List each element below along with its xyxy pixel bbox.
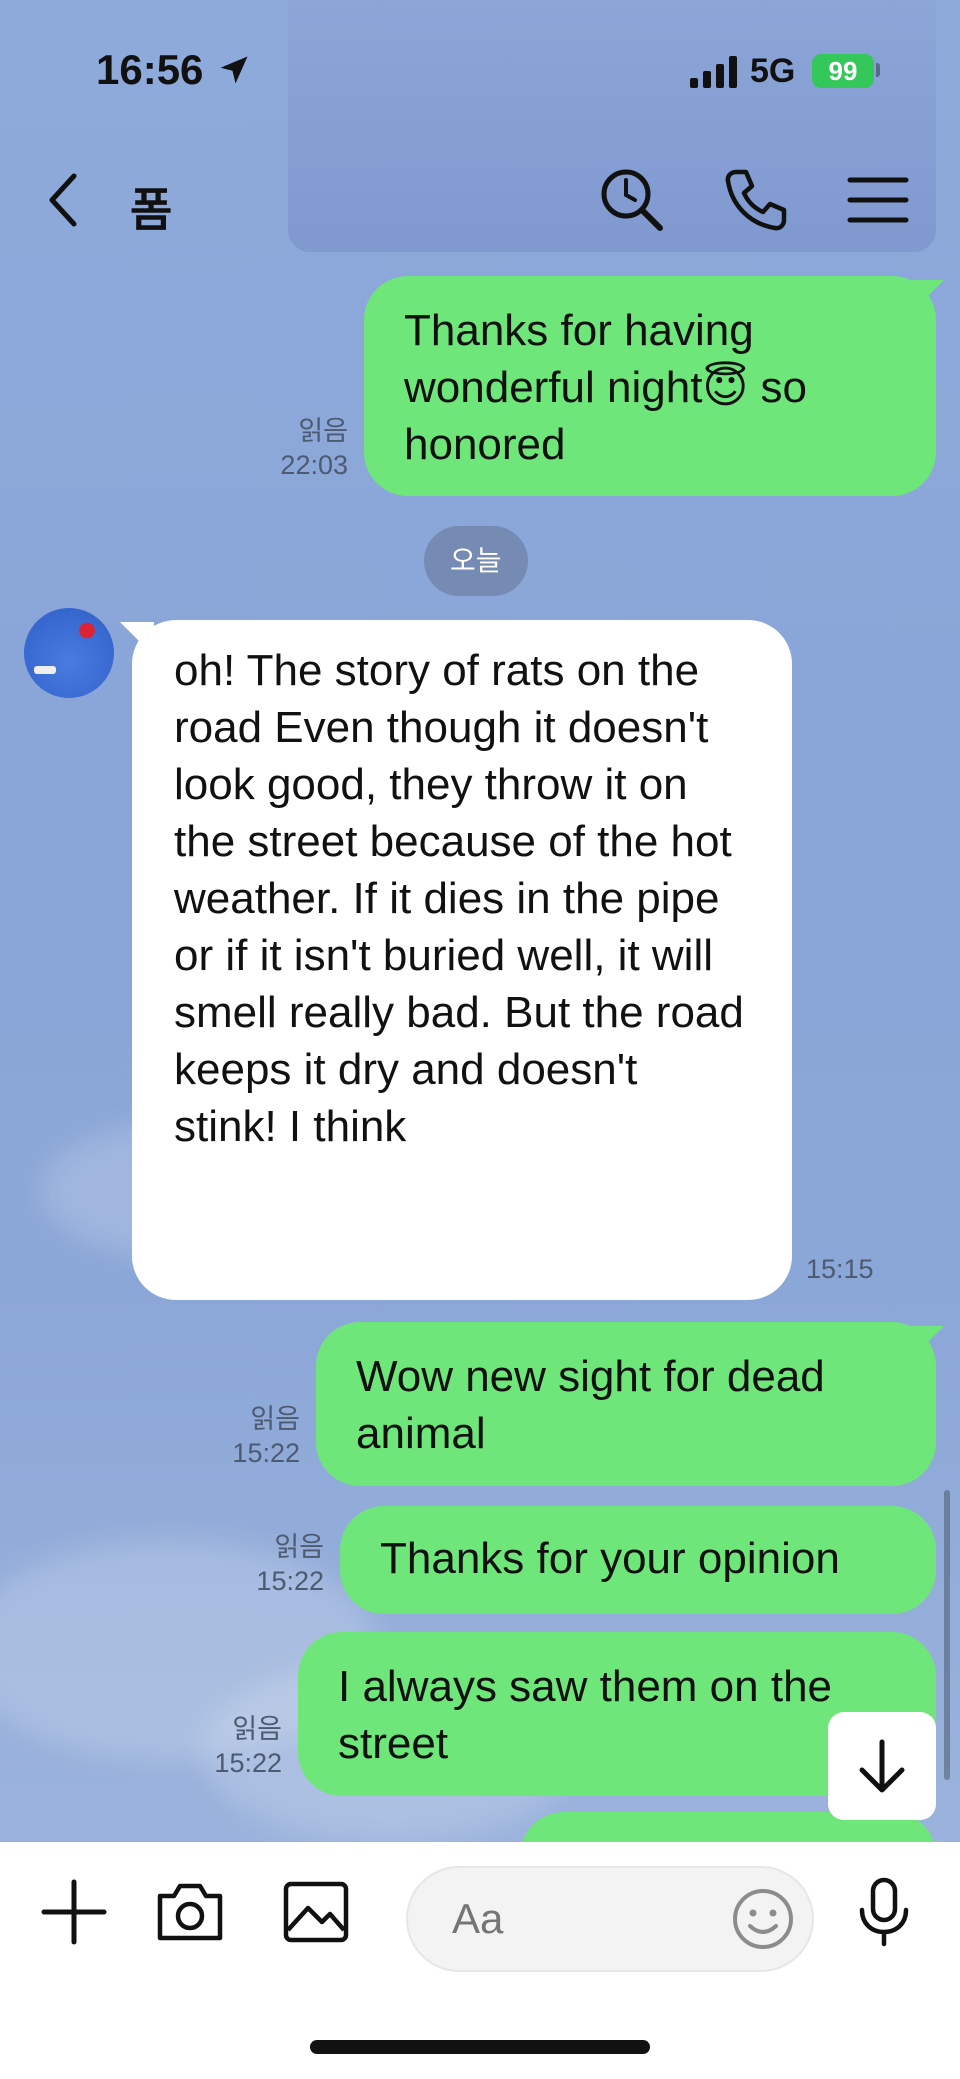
message-meta: 읽음 15:22 — [190, 1402, 300, 1470]
image-icon[interactable] — [278, 1874, 354, 1950]
message-text: Thanks for having wonderful night😇 so ho… — [404, 306, 807, 469]
read-receipt: 읽음 — [274, 1532, 324, 1562]
status-bar: 16:56 5G 99 — [0, 0, 960, 140]
read-receipt: 읽음 — [250, 1404, 300, 1434]
menu-icon[interactable] — [844, 166, 912, 234]
message-bubble-incoming[interactable]: oh! The story of rats on the road Even t… — [132, 620, 792, 1300]
status-time: 16:56 — [96, 46, 204, 93]
date-chip-today: 오늘 — [424, 526, 528, 596]
message-time: 22:03 — [280, 450, 348, 480]
message-time: 15:22 — [256, 1566, 324, 1596]
smile-icon[interactable] — [730, 1886, 796, 1952]
location-arrow-icon — [220, 56, 248, 84]
read-receipt: 읽음 — [232, 1714, 282, 1744]
microphone-icon[interactable] — [846, 1874, 922, 1950]
message-text: oh! The story of rats on the road Even t… — [174, 646, 744, 1151]
home-indicator — [310, 2040, 650, 2054]
plus-icon[interactable] — [36, 1874, 112, 1950]
battery-tip — [876, 63, 880, 77]
message-text: Thanks for your opinion — [380, 1534, 840, 1583]
message-bubble-outgoing[interactable]: Thanks for your opinion — [340, 1506, 936, 1614]
battery-level: 99 — [828, 56, 858, 86]
signal-icon — [690, 56, 737, 88]
arrow-down-icon — [859, 1739, 905, 1793]
scrollbar[interactable] — [944, 1490, 950, 1780]
read-receipt: 읽음 — [298, 416, 348, 446]
message-time: 15:15 — [806, 1254, 874, 1284]
phone-icon[interactable] — [722, 166, 790, 234]
message-bubble-outgoing[interactable]: Wow new sight for dead animal — [316, 1322, 936, 1486]
chevron-left-icon[interactable] — [40, 168, 88, 232]
message-meta: 읽음 15:22 — [214, 1530, 324, 1598]
message-time: 15:22 — [214, 1748, 282, 1778]
chat-header: 폼 — [0, 150, 960, 250]
message-time: 15:22 — [232, 1438, 300, 1468]
message-meta: 읽음 15:22 — [172, 1712, 282, 1780]
camera-icon[interactable] — [152, 1874, 228, 1950]
message-text: I always saw them on the street — [338, 1662, 833, 1768]
message-text: Wow new sight for dead animal — [356, 1352, 825, 1458]
message-bubble-outgoing[interactable]: Thanks for having wonderful night😇 so ho… — [364, 276, 936, 496]
battery-icon: 99 — [812, 54, 874, 88]
chat-title: 폼 — [130, 184, 173, 236]
avatar[interactable] — [24, 608, 114, 698]
scroll-to-bottom-button[interactable] — [828, 1712, 936, 1820]
message-meta: 읽음 22:03 — [240, 414, 348, 482]
search-icon[interactable] — [598, 166, 666, 234]
network-type: 5G — [750, 52, 796, 90]
